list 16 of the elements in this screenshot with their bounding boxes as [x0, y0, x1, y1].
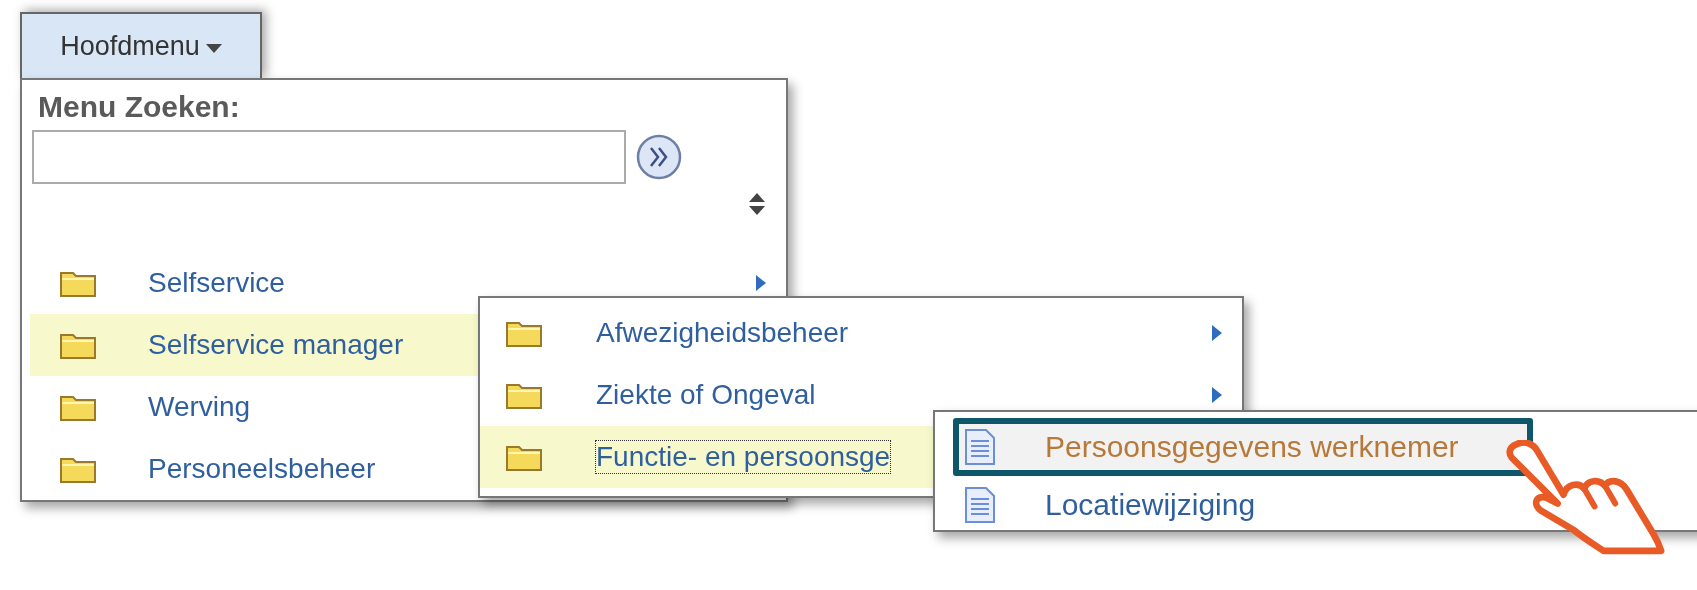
- folder-icon: [60, 269, 96, 297]
- search-field[interactable]: [32, 130, 626, 184]
- go-button[interactable]: [636, 134, 682, 180]
- folder-icon: [506, 381, 542, 409]
- folder-icon: [506, 319, 542, 347]
- sort-arrows-icon[interactable]: [748, 192, 766, 216]
- caret-icon: [205, 44, 222, 53]
- folder-icon: [60, 393, 96, 421]
- document-icon: [965, 429, 995, 465]
- folder-icon: [60, 455, 96, 483]
- folder-icon: [506, 443, 542, 471]
- folder-icon: [60, 331, 96, 359]
- main-menu-button[interactable]: Hoofdmenu: [20, 12, 262, 79]
- menu-item[interactable]: Persoonsgegevens werknemer: [953, 418, 1533, 476]
- document-icon: [965, 487, 995, 523]
- search-label: Menu Zoeken:: [38, 90, 241, 124]
